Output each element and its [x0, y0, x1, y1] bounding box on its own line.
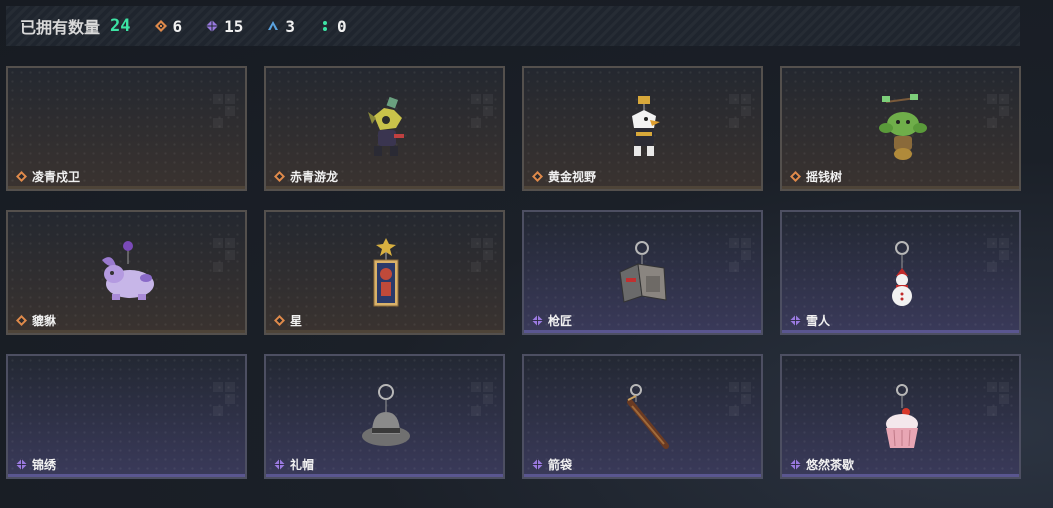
- card-decoration: [729, 238, 751, 282]
- rarity-bar: [782, 474, 1019, 477]
- charm-card[interactable]: 赤青游龙: [264, 66, 505, 191]
- charm-name: 凌青戍卫: [16, 168, 80, 185]
- blue-triangle-icon: [268, 21, 279, 30]
- charm-name-label: 星: [290, 314, 303, 328]
- charm-card[interactable]: 星: [264, 210, 505, 335]
- charm-name-label: 枪匠: [548, 314, 573, 328]
- eagle-figure-image: [632, 96, 660, 156]
- cupcake-keychain-image: [886, 384, 918, 448]
- charm-name-label: 凌青戍卫: [32, 170, 81, 184]
- card-decoration: [987, 94, 1009, 138]
- stat-green-value: 0: [337, 16, 347, 36]
- goblin-figure-image: [879, 94, 927, 160]
- charm-card[interactable]: 礼帽: [264, 354, 505, 479]
- card-decoration: [729, 382, 751, 426]
- hat-keychain-image: [362, 384, 410, 446]
- purple-beast-image: [102, 241, 154, 300]
- charm-card[interactable]: 悠然茶歇: [780, 354, 1021, 479]
- charm-name-label: 貔貅: [32, 314, 57, 328]
- card-decoration: [471, 94, 493, 138]
- card-decoration: [213, 382, 235, 426]
- stat-blue-value: 3: [285, 16, 296, 36]
- charm-name-label: 礼帽: [290, 458, 315, 472]
- orange-rarity-icon: [16, 171, 27, 182]
- stat-green: 0: [319, 17, 347, 36]
- stat-purple-value: 15: [224, 16, 244, 36]
- charm-card[interactable]: 摇钱树: [780, 66, 1021, 191]
- purple-rarity-icon: [532, 459, 543, 470]
- snowman-keychain-image: [892, 241, 912, 306]
- rarity-bar: [524, 330, 761, 333]
- card-decoration: [471, 382, 493, 426]
- stat-purple: 15: [206, 17, 243, 36]
- stat-orange: 6: [154, 16, 183, 36]
- charm-name-label: 箭袋: [548, 458, 573, 472]
- card-decoration: [729, 94, 751, 138]
- rarity-bar: [266, 474, 503, 477]
- gun-case-keychain-image: [619, 241, 667, 303]
- card-decoration: [213, 94, 235, 138]
- quiver-keychain-image: [627, 384, 669, 449]
- owned-label: 已拥有数量: [20, 20, 101, 37]
- rarity-bar: [8, 186, 245, 189]
- charm-card[interactable]: 箭袋: [522, 354, 763, 479]
- charm-name: 黄金视野: [532, 168, 596, 185]
- dragon-figure-image: [368, 96, 404, 156]
- green-dots-icon: [323, 21, 328, 31]
- card-decoration: [987, 382, 1009, 426]
- charm-card[interactable]: 雪人: [780, 210, 1021, 335]
- charm-name: 锦绣: [16, 456, 56, 473]
- orange-rarity-icon: [16, 315, 27, 326]
- rarity-bar: [524, 474, 761, 477]
- owned-count: 24: [110, 16, 131, 36]
- charm-card[interactable]: 锦绣: [6, 354, 247, 479]
- charm-name-label: 摇钱树: [806, 170, 843, 184]
- stat-orange-value: 6: [172, 16, 183, 36]
- charm-card[interactable]: 凌青戍卫: [6, 66, 247, 191]
- charm-name-label: 悠然茶歇: [806, 458, 855, 472]
- charm-name: 枪匠: [532, 312, 572, 329]
- purple-rarity-icon: [532, 315, 543, 326]
- charm-name: 赤青游龙: [274, 168, 338, 185]
- charm-name-label: 黄金视野: [548, 170, 597, 184]
- rarity-bar: [8, 474, 245, 477]
- orange-rarity-icon: [274, 315, 285, 326]
- charm-grid: 凌青戍卫 赤青游龙 黄金视野 摇钱树 貔貅 星 枪匠 雪人 锦绣 礼帽 箭袋 悠…: [6, 66, 1021, 479]
- purple-rarity-icon: [16, 459, 27, 470]
- card-decoration: [471, 238, 493, 282]
- charm-name: 雪人: [790, 312, 830, 329]
- orange-diamond-icon: [154, 20, 167, 32]
- rarity-bar: [782, 186, 1019, 189]
- card-decoration: [987, 238, 1009, 282]
- rarity-bar: [266, 186, 503, 189]
- purple-diamond-icon: [206, 20, 219, 32]
- charm-card[interactable]: 黄金视野: [522, 66, 763, 191]
- tarot-card-image: [373, 238, 399, 307]
- rarity-bar: [524, 186, 761, 189]
- charm-name: 摇钱树: [790, 168, 842, 185]
- charm-name-label: 锦绣: [32, 458, 57, 472]
- rarity-bar: [266, 330, 503, 333]
- rarity-bar: [8, 330, 245, 333]
- charm-name-label: 赤青游龙: [290, 170, 339, 184]
- collection-header: 已拥有数量 24 6 15 3 0: [6, 6, 1020, 46]
- charm-name: 悠然茶歇: [790, 456, 854, 473]
- charm-name-label: 雪人: [806, 314, 831, 328]
- orange-rarity-icon: [274, 171, 285, 182]
- charm-name: 星: [274, 312, 302, 329]
- purple-rarity-icon: [790, 315, 801, 326]
- purple-rarity-icon: [274, 459, 285, 470]
- card-decoration: [213, 238, 235, 282]
- charm-name: 礼帽: [274, 456, 314, 473]
- stat-blue: 3: [267, 17, 295, 36]
- orange-rarity-icon: [790, 171, 801, 182]
- charm-name: 箭袋: [532, 456, 572, 473]
- purple-rarity-icon: [790, 459, 801, 470]
- orange-rarity-icon: [532, 171, 543, 182]
- rarity-bar: [782, 330, 1019, 333]
- charm-name: 貔貅: [16, 312, 56, 329]
- charm-card[interactable]: 枪匠: [522, 210, 763, 335]
- charm-card[interactable]: 貔貅: [6, 210, 247, 335]
